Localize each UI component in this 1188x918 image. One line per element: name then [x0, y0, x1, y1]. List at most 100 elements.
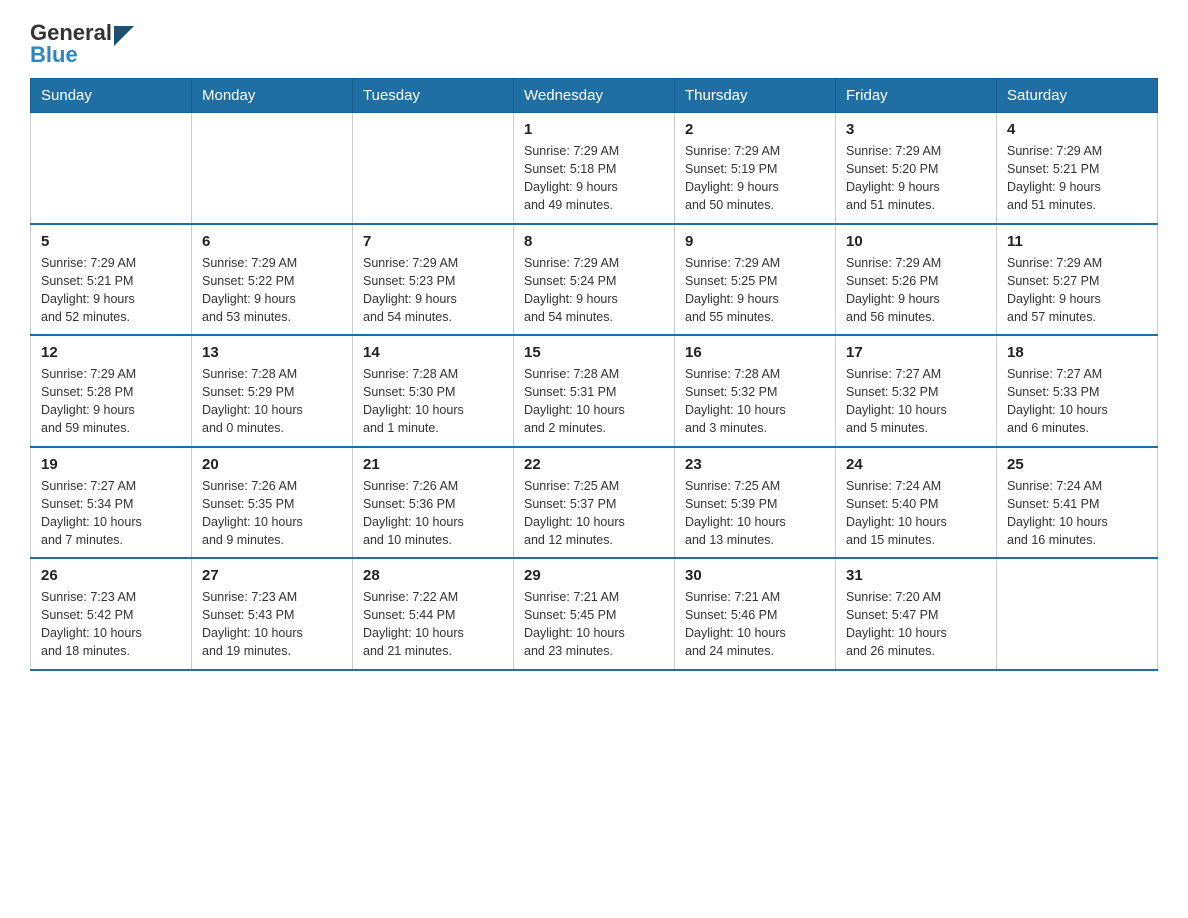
calendar-week-row: 12 Sunrise: 7:29 AM Sunset: 5:28 PM Dayli… [31, 335, 1158, 447]
calendar-cell [997, 558, 1158, 670]
calendar-cell: 17 Sunrise: 7:27 AM Sunset: 5:32 PM Dayli… [836, 335, 997, 447]
calendar-cell: 30 Sunrise: 7:21 AM Sunset: 5:46 PM Dayli… [675, 558, 836, 670]
calendar-cell: 31Sunrise: 7:20 AM Sunset: 5:47 PM Dayli… [836, 558, 997, 670]
day-info: Sunrise: 7:29 AM Sunset: 5:22 PM Dayligh… [202, 254, 342, 327]
calendar-cell: 21Sunrise: 7:26 AM Sunset: 5:36 PM Dayli… [353, 447, 514, 559]
page-header: General Blue [30, 20, 1158, 68]
calendar-day-header: Sunday [31, 79, 192, 113]
calendar-day-header: Tuesday [353, 79, 514, 113]
calendar-week-row: 5 Sunrise: 7:29 AM Sunset: 5:21 PM Daylig… [31, 224, 1158, 336]
day-info: Sunrise: 7:20 AM Sunset: 5:47 PM Dayligh… [846, 588, 986, 661]
calendar-cell [353, 113, 514, 224]
day-number: 6 [202, 233, 342, 250]
calendar-week-row: 26 Sunrise: 7:23 AM Sunset: 5:42 PM Dayli… [31, 558, 1158, 670]
day-info: Sunrise: 7:22 AM Sunset: 5:44 PM Dayligh… [363, 588, 503, 661]
day-number: 10 [846, 233, 986, 250]
logo-blue: Blue [30, 42, 78, 68]
calendar-cell: 11Sunrise: 7:29 AM Sunset: 5:27 PM Dayli… [997, 224, 1158, 336]
day-number: 16 [685, 344, 825, 361]
day-info: Sunrise: 7:29 AM Sunset: 5:23 PM Dayligh… [363, 254, 503, 327]
day-number: 28 [363, 567, 503, 584]
calendar-cell: 13Sunrise: 7:28 AM Sunset: 5:29 PM Dayli… [192, 335, 353, 447]
calendar-day-header: Saturday [997, 79, 1158, 113]
day-info: Sunrise: 7:29 AM Sunset: 5:19 PM Dayligh… [685, 142, 825, 215]
day-number: 14 [363, 344, 503, 361]
day-number: 18 [1007, 344, 1147, 361]
day-info: Sunrise: 7:29 AM Sunset: 5:21 PM Dayligh… [1007, 142, 1147, 215]
day-number: 5 [41, 233, 181, 250]
day-info: Sunrise: 7:29 AM Sunset: 5:24 PM Dayligh… [524, 254, 664, 327]
day-info: Sunrise: 7:24 AM Sunset: 5:40 PM Dayligh… [846, 477, 986, 550]
calendar-day-header: Wednesday [514, 79, 675, 113]
calendar-cell: 19Sunrise: 7:27 AM Sunset: 5:34 PM Dayli… [31, 447, 192, 559]
calendar-cell: 9Sunrise: 7:29 AM Sunset: 5:25 PM Daylig… [675, 224, 836, 336]
day-info: Sunrise: 7:29 AM Sunset: 5:27 PM Dayligh… [1007, 254, 1147, 327]
day-info: Sunrise: 7:27 AM Sunset: 5:32 PM Dayligh… [846, 365, 986, 438]
calendar-cell: 29Sunrise: 7:21 AM Sunset: 5:45 PM Dayli… [514, 558, 675, 670]
day-number: 26 [41, 567, 181, 584]
day-info: Sunrise: 7:21 AM Sunset: 5:46 PM Dayligh… [685, 588, 825, 661]
calendar-cell: 28 Sunrise: 7:22 AM Sunset: 5:44 PM Dayli… [353, 558, 514, 670]
calendar-cell: 10 Sunrise: 7:29 AM Sunset: 5:26 PM Dayli… [836, 224, 997, 336]
day-number: 27 [202, 567, 342, 584]
calendar-cell: 25Sunrise: 7:24 AM Sunset: 5:41 PM Dayli… [997, 447, 1158, 559]
calendar-day-header: Friday [836, 79, 997, 113]
day-number: 20 [202, 456, 342, 473]
day-info: Sunrise: 7:21 AM Sunset: 5:45 PM Dayligh… [524, 588, 664, 661]
day-info: Sunrise: 7:25 AM Sunset: 5:39 PM Dayligh… [685, 477, 825, 550]
day-number: 22 [524, 456, 664, 473]
calendar-cell: 15 Sunrise: 7:28 AM Sunset: 5:31 PM Dayli… [514, 335, 675, 447]
day-info: Sunrise: 7:29 AM Sunset: 5:28 PM Dayligh… [41, 365, 181, 438]
day-number: 7 [363, 233, 503, 250]
day-info: Sunrise: 7:29 AM Sunset: 5:26 PM Dayligh… [846, 254, 986, 327]
day-info: Sunrise: 7:29 AM Sunset: 5:21 PM Dayligh… [41, 254, 181, 327]
calendar-cell: 6 Sunrise: 7:29 AM Sunset: 5:22 PM Daylig… [192, 224, 353, 336]
day-number: 17 [846, 344, 986, 361]
day-info: Sunrise: 7:28 AM Sunset: 5:31 PM Dayligh… [524, 365, 664, 438]
day-number: 24 [846, 456, 986, 473]
calendar-cell: 27Sunrise: 7:23 AM Sunset: 5:43 PM Dayli… [192, 558, 353, 670]
day-info: Sunrise: 7:27 AM Sunset: 5:33 PM Dayligh… [1007, 365, 1147, 438]
day-number: 1 [524, 121, 664, 138]
day-info: Sunrise: 7:26 AM Sunset: 5:35 PM Dayligh… [202, 477, 342, 550]
calendar-header-row: SundayMondayTuesdayWednesdayThursdayFrid… [31, 79, 1158, 113]
calendar-day-header: Monday [192, 79, 353, 113]
day-number: 3 [846, 121, 986, 138]
day-number: 8 [524, 233, 664, 250]
day-info: Sunrise: 7:27 AM Sunset: 5:34 PM Dayligh… [41, 477, 181, 550]
day-info: Sunrise: 7:29 AM Sunset: 5:20 PM Dayligh… [846, 142, 986, 215]
day-info: Sunrise: 7:26 AM Sunset: 5:36 PM Dayligh… [363, 477, 503, 550]
calendar-cell: 22 Sunrise: 7:25 AM Sunset: 5:37 PM Dayli… [514, 447, 675, 559]
day-info: Sunrise: 7:28 AM Sunset: 5:30 PM Dayligh… [363, 365, 503, 438]
day-info: Sunrise: 7:28 AM Sunset: 5:32 PM Dayligh… [685, 365, 825, 438]
calendar-cell: 5 Sunrise: 7:29 AM Sunset: 5:21 PM Daylig… [31, 224, 192, 336]
calendar-cell: 12 Sunrise: 7:29 AM Sunset: 5:28 PM Dayli… [31, 335, 192, 447]
day-number: 15 [524, 344, 664, 361]
calendar-cell [192, 113, 353, 224]
day-info: Sunrise: 7:23 AM Sunset: 5:42 PM Dayligh… [41, 588, 181, 661]
logo-arrow-icon [114, 26, 134, 46]
day-info: Sunrise: 7:25 AM Sunset: 5:37 PM Dayligh… [524, 477, 664, 550]
calendar-cell: 18 Sunrise: 7:27 AM Sunset: 5:33 PM Dayli… [997, 335, 1158, 447]
day-number: 13 [202, 344, 342, 361]
calendar-cell: 20 Sunrise: 7:26 AM Sunset: 5:35 PM Dayli… [192, 447, 353, 559]
day-number: 4 [1007, 121, 1147, 138]
day-info: Sunrise: 7:29 AM Sunset: 5:18 PM Dayligh… [524, 142, 664, 215]
calendar-cell: 1 Sunrise: 7:29 AM Sunset: 5:18 PM Daylig… [514, 113, 675, 224]
day-number: 30 [685, 567, 825, 584]
calendar-cell: 2Sunrise: 7:29 AM Sunset: 5:19 PM Daylig… [675, 113, 836, 224]
calendar-cell [31, 113, 192, 224]
calendar-table: SundayMondayTuesdayWednesdayThursdayFrid… [30, 78, 1158, 671]
calendar-cell: 23 Sunrise: 7:25 AM Sunset: 5:39 PM Dayli… [675, 447, 836, 559]
day-info: Sunrise: 7:29 AM Sunset: 5:25 PM Dayligh… [685, 254, 825, 327]
day-number: 23 [685, 456, 825, 473]
calendar-week-row: 19Sunrise: 7:27 AM Sunset: 5:34 PM Dayli… [31, 447, 1158, 559]
day-number: 12 [41, 344, 181, 361]
calendar-cell: 7 Sunrise: 7:29 AM Sunset: 5:23 PM Daylig… [353, 224, 514, 336]
calendar-cell: 16 Sunrise: 7:28 AM Sunset: 5:32 PM Dayli… [675, 335, 836, 447]
day-info: Sunrise: 7:24 AM Sunset: 5:41 PM Dayligh… [1007, 477, 1147, 550]
calendar-day-header: Thursday [675, 79, 836, 113]
calendar-cell: 24 Sunrise: 7:24 AM Sunset: 5:40 PM Dayli… [836, 447, 997, 559]
logo: General Blue [30, 20, 134, 68]
calendar-cell: 4 Sunrise: 7:29 AM Sunset: 5:21 PM Daylig… [997, 113, 1158, 224]
